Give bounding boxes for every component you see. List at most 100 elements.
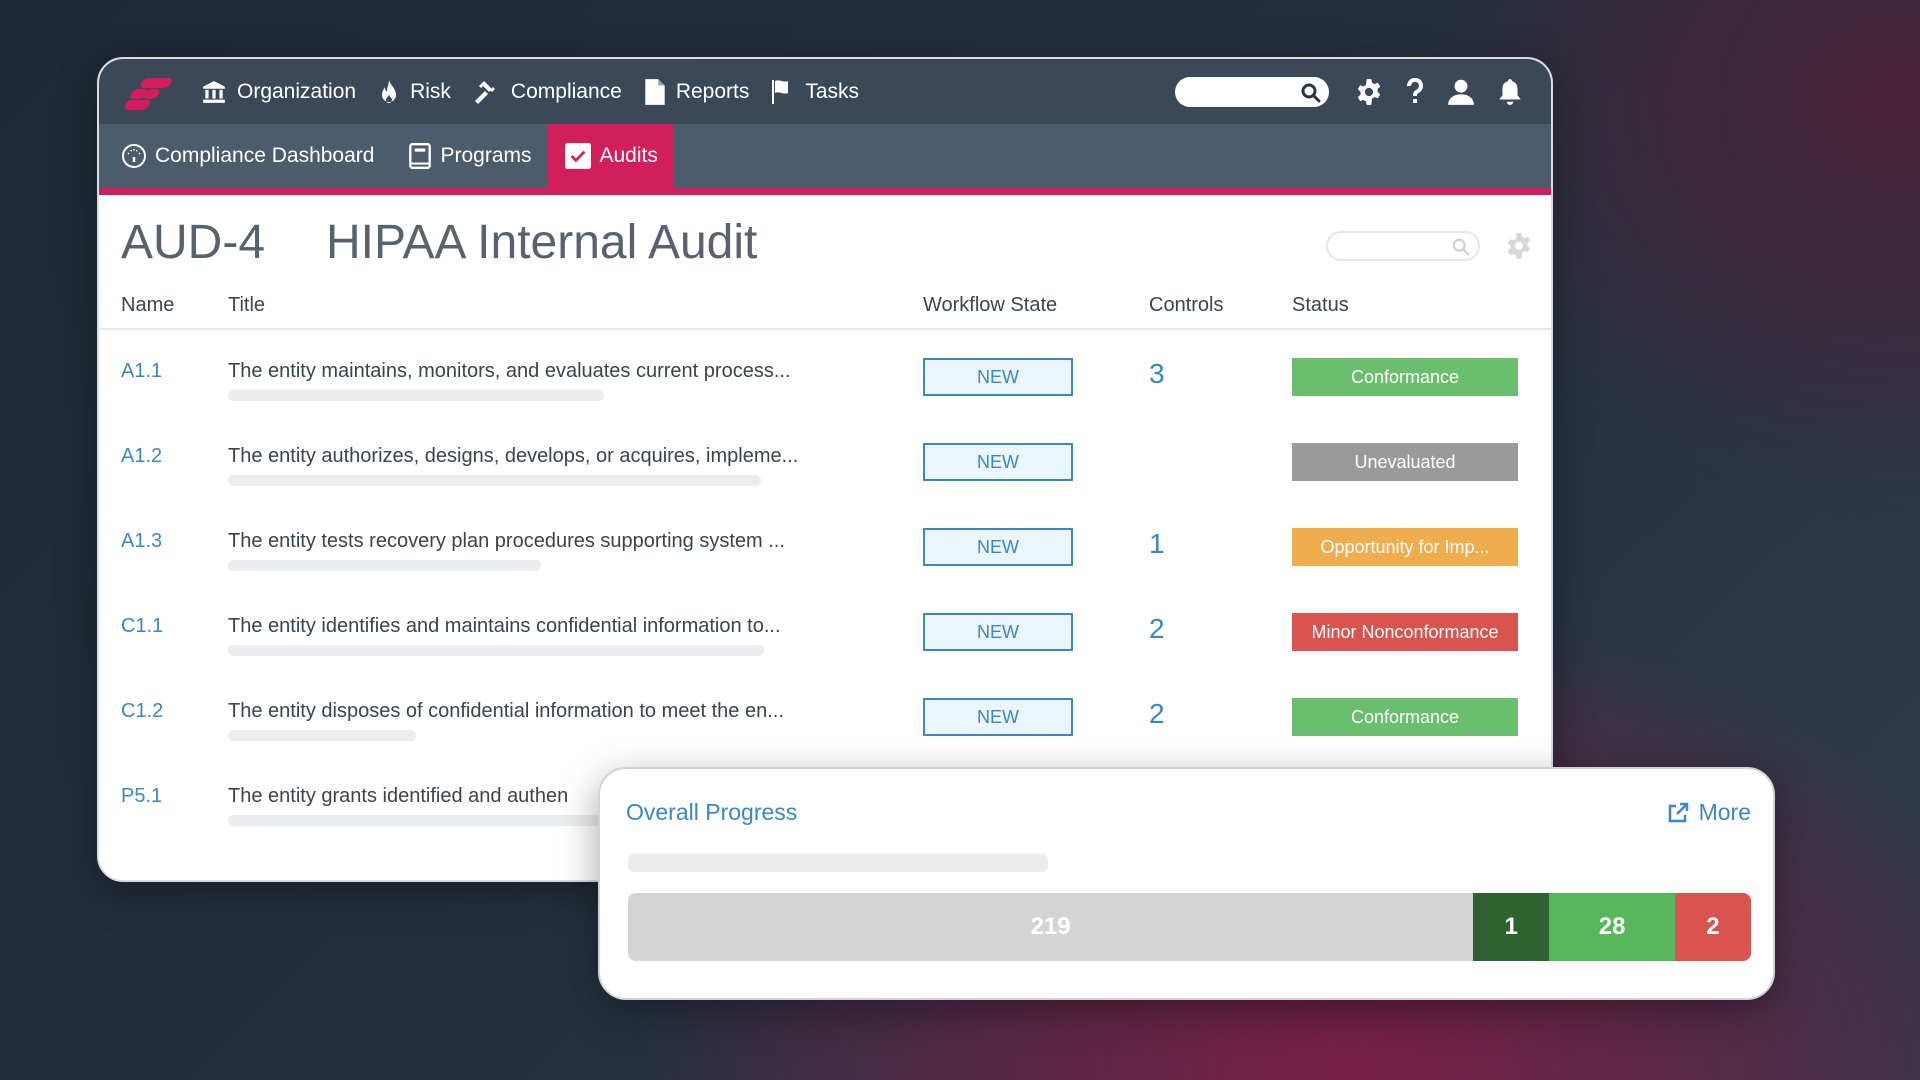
nav-reports-label: Reports (675, 79, 750, 103)
table-settings-button[interactable] (1505, 232, 1533, 265)
table-row[interactable]: A1.3 The entity tests recovery plan proc… (99, 504, 1551, 589)
workflow-state-badge: NEW (923, 358, 1073, 396)
table-search-input[interactable] (1326, 231, 1480, 261)
settings-button[interactable] (1355, 78, 1383, 106)
audit-window: Organization Risk Compliance Reports Tas… (97, 57, 1553, 882)
flag-icon (772, 79, 789, 104)
table-header: Name Title Workflow State Controls Statu… (99, 290, 1551, 330)
progress-skeleton-placeholder (628, 854, 1048, 872)
nav-reports[interactable]: Reports (644, 78, 750, 106)
progress-segment[interactable]: 2 (1674, 893, 1751, 961)
checkbox-icon (564, 143, 591, 169)
user-button[interactable] (1447, 78, 1475, 106)
more-link-label: More (1698, 799, 1751, 825)
overall-progress-card: Overall Progress More 219 1 28 2 (598, 767, 1775, 1000)
nav-tasks-label: Tasks (805, 79, 860, 103)
controls-count[interactable]: 3 (1149, 358, 1165, 390)
page-title: HIPAA Internal Audit (326, 216, 758, 269)
row-name-link[interactable]: A1.3 (121, 530, 162, 553)
progress-segment[interactable]: 1 (1473, 893, 1550, 961)
nav-risk[interactable]: Risk (378, 79, 451, 105)
gear-icon (1357, 78, 1381, 105)
workflow-state-badge: NEW (923, 613, 1073, 651)
row-skeleton-placeholder (228, 815, 628, 826)
row-skeleton-placeholder (228, 560, 541, 571)
gavel-icon (474, 80, 495, 104)
row-name-link[interactable]: C1.1 (121, 615, 163, 638)
controls-count[interactable]: 2 (1149, 613, 1165, 645)
status-badge: Opportunity for Imp... (1292, 528, 1518, 566)
row-title: The entity grants identified and authen (228, 785, 569, 807)
app-logo[interactable] (121, 72, 177, 112)
help-icon (1407, 77, 1423, 103)
gear-icon (1507, 233, 1531, 259)
row-name-link[interactable]: A1.2 (121, 445, 162, 468)
nav-organization[interactable]: Organization (201, 79, 356, 105)
controls-count[interactable]: 2 (1149, 698, 1165, 730)
user-icon (1448, 79, 1474, 105)
column-header-controls[interactable]: Controls (1149, 294, 1223, 317)
status-badge: Conformance (1292, 358, 1518, 396)
row-skeleton-placeholder (228, 730, 416, 741)
progress-segment[interactable]: 219 (628, 893, 1474, 961)
external-link-icon (1668, 802, 1688, 822)
row-title: The entity authorizes, designs, develops… (228, 445, 799, 467)
nav-compliance-label: Compliance (510, 79, 622, 103)
subnav-compliance-dashboard-label: Compliance Dashboard (155, 144, 375, 167)
global-search-input[interactable] (1175, 76, 1329, 107)
nav-organization-label: Organization (237, 79, 357, 103)
nav-tasks[interactable]: Tasks (771, 79, 859, 105)
nav-compliance[interactable]: Compliance (473, 79, 622, 105)
dashboard-gauge-icon (122, 144, 146, 168)
top-navigation: Organization Risk Compliance Reports Tas… (99, 59, 1551, 124)
row-name-link[interactable]: C1.2 (121, 700, 163, 723)
subnav-programs[interactable]: Programs (408, 124, 547, 188)
more-link[interactable]: More (1667, 799, 1751, 826)
sub-navigation: Compliance Dashboard Programs Audits (99, 124, 1551, 188)
row-title: The entity disposes of confidential info… (228, 700, 784, 722)
subnav-audits[interactable]: Audits (547, 124, 674, 188)
table-row[interactable]: C1.1 The entity identifies and maintains… (99, 589, 1551, 674)
workflow-state-badge: NEW (923, 698, 1073, 736)
row-skeleton-placeholder (228, 645, 764, 656)
table-row[interactable]: A1.2 The entity authorizes, designs, dev… (99, 419, 1551, 504)
column-header-status[interactable]: Status (1292, 294, 1349, 317)
subnav-audits-label: Audits (599, 144, 658, 167)
table-row[interactable]: A1.1 The entity maintains, monitors, and… (99, 334, 1551, 419)
column-header-title[interactable]: Title (228, 294, 265, 317)
column-header-name[interactable]: Name (121, 294, 174, 317)
subnav-compliance-dashboard[interactable]: Compliance Dashboard (121, 124, 390, 188)
subnav-programs-label: Programs (440, 144, 532, 167)
progress-card-title: Overall Progress (626, 799, 798, 825)
status-badge: Conformance (1292, 698, 1518, 736)
fire-icon (382, 79, 397, 103)
progress-segment[interactable]: 28 (1549, 893, 1675, 961)
audit-id: AUD-4 (121, 216, 266, 269)
table-row[interactable]: C1.2 The entity disposes of confidential… (99, 674, 1551, 759)
progress-stacked-bar: 219 1 28 2 (628, 893, 1751, 961)
help-button[interactable] (1405, 77, 1425, 106)
status-badge: Minor Nonconformance (1292, 613, 1518, 651)
top-nav-actions (1175, 76, 1551, 107)
row-title: The entity identifies and maintains conf… (228, 615, 781, 637)
column-header-workflow-state[interactable]: Workflow State (923, 294, 1057, 317)
row-title: The entity tests recovery plan procedure… (228, 530, 785, 552)
row-skeleton-placeholder (228, 390, 604, 401)
workflow-state-badge: NEW (923, 443, 1073, 481)
bell-icon (1499, 78, 1521, 105)
row-name-link[interactable]: A1.1 (121, 360, 162, 383)
nav-risk-label: Risk (410, 79, 451, 103)
building-columns-icon (203, 80, 225, 103)
workflow-state-badge: NEW (923, 528, 1073, 566)
active-section-underline (99, 188, 1551, 195)
status-badge: Unevaluated (1292, 443, 1518, 481)
page-header: AUD-4 HIPAA Internal Audit (99, 195, 1551, 290)
file-icon (645, 78, 665, 105)
row-skeleton-placeholder (228, 475, 761, 486)
search-icon (1452, 238, 1470, 256)
row-title: The entity maintains, monitors, and eval… (228, 360, 791, 382)
book-icon (409, 142, 432, 170)
notifications-button[interactable] (1497, 78, 1523, 106)
row-name-link[interactable]: P5.1 (121, 785, 162, 808)
controls-count[interactable]: 1 (1149, 528, 1165, 560)
